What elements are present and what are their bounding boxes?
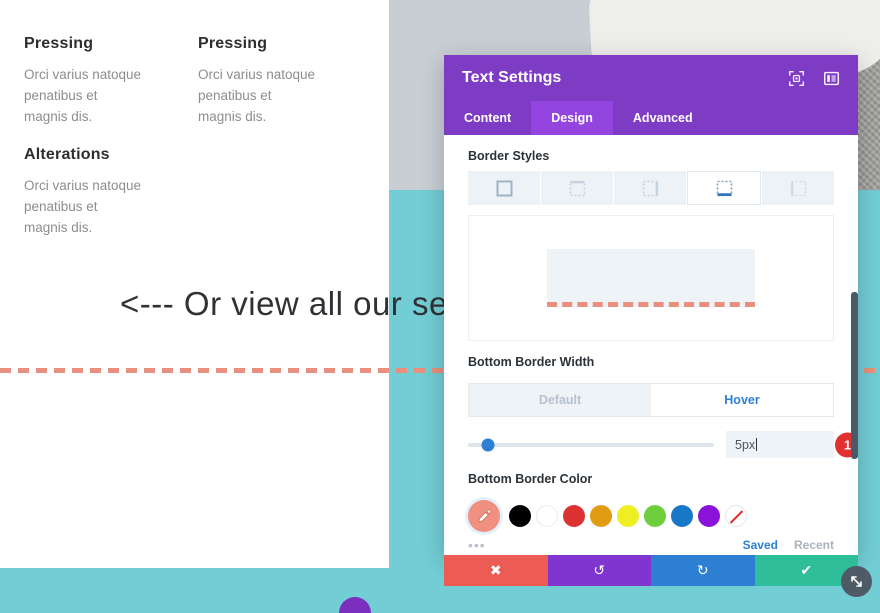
focus-target-icon[interactable] xyxy=(788,70,805,87)
tab-content[interactable]: Content xyxy=(444,101,531,135)
width-state-toggle: Default Hover xyxy=(468,383,834,417)
border-style-right-icon[interactable] xyxy=(614,171,686,205)
more-colors-button[interactable]: ••• xyxy=(468,537,508,553)
content-paragraph: Orci varius natoque penatibus et magnis … xyxy=(198,67,316,124)
state-hover-tab[interactable]: Hover xyxy=(651,384,833,416)
screen: Pressing Orci varius natoque penatibus e… xyxy=(0,0,880,613)
content-heading: Pressing xyxy=(198,35,268,52)
panel-layout-icon[interactable] xyxy=(823,70,840,87)
redo-button[interactable]: ↻ xyxy=(651,555,755,586)
content-block-3: Alterations Orci varius natoque penatibu… xyxy=(24,146,144,238)
color-swatch-row xyxy=(468,500,834,532)
content-heading: Pressing xyxy=(24,35,94,52)
modal-tabs: Content Design Advanced xyxy=(444,101,858,135)
modal-header-actions xyxy=(788,70,840,87)
border-styles-group xyxy=(468,171,834,205)
page-bottom-band xyxy=(0,568,389,613)
border-style-all-icon[interactable] xyxy=(468,171,540,205)
border-style-bottom-icon[interactable] xyxy=(687,171,761,205)
width-value-input[interactable]: 5px 1 xyxy=(726,431,858,458)
swatch-black[interactable] xyxy=(509,505,531,527)
width-slider[interactable] xyxy=(468,438,714,451)
modal-scrollbar[interactable] xyxy=(851,292,858,459)
eyedropper-icon xyxy=(477,508,491,522)
selected-color-eyedropper[interactable] xyxy=(468,500,500,532)
content-heading: Alterations xyxy=(24,146,110,163)
content-paragraph: Orci varius natoque penatibus et magnis … xyxy=(24,67,142,124)
saved-colors-tab[interactable]: Saved xyxy=(743,538,778,552)
modal-footer: ✖ ↺ ↻ ✔ xyxy=(444,555,858,586)
width-slider-row: 5px 1 xyxy=(468,431,858,458)
text-settings-modal: Text Settings Content Design Advanced Bo… xyxy=(444,55,858,555)
recent-colors-tab[interactable]: Recent xyxy=(794,538,834,552)
width-slider-knob[interactable] xyxy=(481,438,495,451)
color-meta-row: ••• Saved Recent xyxy=(468,536,834,554)
services-callout-text: <--- Or view all our serv xyxy=(120,285,477,322)
content-paragraph: Orci varius natoque penatibus et magnis … xyxy=(24,178,142,235)
undo-button[interactable]: ↺ xyxy=(547,555,651,586)
resize-arrow-icon xyxy=(851,576,862,587)
content-block-2: Pressing Orci varius natoque penatibus e… xyxy=(198,35,318,127)
content-block-1: Pressing Orci varius natoque penatibus e… xyxy=(24,35,144,127)
modal-title: Text Settings xyxy=(462,69,562,86)
modal-body: Border Styles Bottom Border Width Defaul… xyxy=(444,135,858,555)
width-value-text: 5px xyxy=(735,437,756,452)
swatch-blue[interactable] xyxy=(671,505,693,527)
swatch-purple[interactable] xyxy=(698,505,720,527)
border-styles-label: Border Styles xyxy=(468,149,550,163)
swatch-orange[interactable] xyxy=(590,505,612,527)
border-preview-swatch xyxy=(547,249,755,307)
tab-advanced[interactable]: Advanced xyxy=(613,101,713,135)
swatch-green[interactable] xyxy=(644,505,666,527)
state-default-tab[interactable]: Default xyxy=(469,384,651,416)
border-preview xyxy=(468,215,834,341)
bottom-border-width-label: Bottom Border Width xyxy=(468,355,595,369)
border-style-top-icon[interactable] xyxy=(541,171,613,205)
border-style-left-icon[interactable] xyxy=(762,171,834,205)
text-caret xyxy=(756,438,758,451)
swatch-red[interactable] xyxy=(563,505,585,527)
bottom-border-color-label: Bottom Border Color xyxy=(468,472,593,486)
tab-design[interactable]: Design xyxy=(531,101,613,135)
swatch-yellow[interactable] xyxy=(617,505,639,527)
resize-handle[interactable] xyxy=(841,566,872,597)
swatch-no-color[interactable] xyxy=(725,505,747,527)
cancel-button[interactable]: ✖ xyxy=(444,555,548,586)
modal-header: Text Settings xyxy=(444,55,858,101)
swatch-white[interactable] xyxy=(536,505,558,527)
